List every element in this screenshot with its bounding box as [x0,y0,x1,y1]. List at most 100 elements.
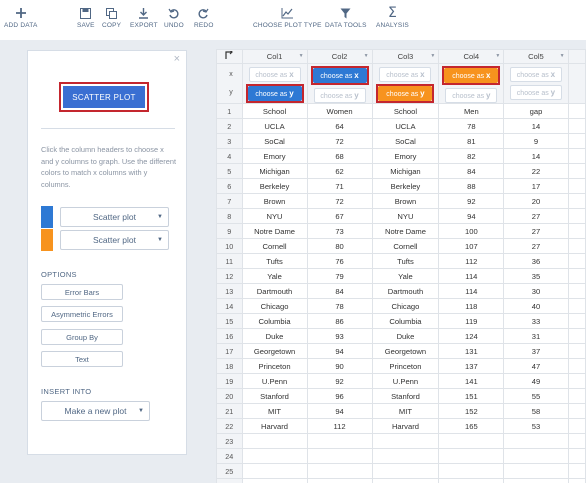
group-by-button[interactable]: Group By [41,329,123,345]
row-number[interactable]: 25 [216,463,243,479]
table-cell[interactable]: 17 [503,178,569,194]
column-menu-icon[interactable]: ▼ [364,53,369,59]
table-cell[interactable]: 20 [503,193,569,209]
table-cell[interactable]: Emory [241,148,308,164]
table-cell[interactable] [567,373,586,389]
choose-as-y-button[interactable]: choose as y [509,85,562,100]
table-cell[interactable]: 94 [438,208,505,224]
table-cell[interactable]: 93 [306,328,373,344]
table-cell[interactable]: NYU [371,208,440,224]
table-cell[interactable] [567,103,586,119]
table-cell[interactable]: 40 [503,298,569,314]
table-cell[interactable]: 84 [438,163,505,179]
table-cell[interactable] [503,433,569,449]
row-number[interactable]: 22 [216,418,243,434]
row-number[interactable]: 13 [216,283,243,299]
table-cell[interactable]: 27 [503,223,569,239]
table-cell[interactable]: Dartmouth [241,283,308,299]
row-number[interactable]: 26 [216,478,243,483]
column-header-3[interactable]: Col3 ▼ [371,49,440,64]
table-cell[interactable]: 141 [438,373,505,389]
table-cell[interactable] [438,478,505,483]
row-number[interactable]: 7 [216,193,243,209]
table-cell[interactable]: SoCal [371,133,440,149]
table-cell[interactable]: Michigan [371,163,440,179]
column-menu-icon[interactable]: ▼ [430,53,435,59]
table-cell[interactable]: 131 [438,343,505,359]
table-cell[interactable] [567,358,586,374]
table-cell[interactable] [567,238,586,254]
table-cell[interactable] [567,253,586,269]
table-cell[interactable]: UCLA [241,118,308,134]
table-cell[interactable] [241,478,308,483]
table-cell[interactable]: U.Penn [371,373,440,389]
table-cell[interactable] [371,433,440,449]
export-button[interactable]: EXPORT [130,6,158,29]
table-cell[interactable] [241,433,308,449]
table-cell[interactable]: Harvard [241,418,308,434]
table-cell[interactable] [438,448,505,464]
table-cell[interactable]: 49 [503,373,569,389]
table-cell[interactable]: 81 [438,133,505,149]
table-cell[interactable]: 78 [306,298,373,314]
table-cell[interactable]: 22 [503,163,569,179]
table-cell[interactable]: 31 [503,328,569,344]
table-cell[interactable] [567,133,586,149]
table-cell[interactable]: 71 [306,178,373,194]
column-header-4[interactable]: Col4 ▼ [438,49,505,64]
table-cell[interactable]: 79 [306,268,373,284]
table-cell[interactable]: 33 [503,313,569,329]
choose-as-x-button[interactable]: choose as x [379,67,432,82]
add-data-button[interactable]: ADD DATA [4,6,38,29]
column-menu-icon[interactable]: ▼ [299,53,304,59]
table-cell[interactable]: 78 [438,118,505,134]
row-number[interactable]: 16 [216,328,243,344]
table-cell[interactable]: Michigan [241,163,308,179]
table-cell[interactable]: 86 [306,313,373,329]
table-cell[interactable]: Princeton [241,358,308,374]
table-cell[interactable]: MIT [371,403,440,419]
table-cell[interactable]: Princeton [371,358,440,374]
table-cell[interactable] [567,313,586,329]
table-cell[interactable]: 9 [503,133,569,149]
choose-as-y-button[interactable]: choose as y [445,88,498,103]
table-cell[interactable]: 92 [306,373,373,389]
table-cell[interactable] [567,118,586,134]
table-cell[interactable]: 119 [438,313,505,329]
table-cell[interactable]: 62 [306,163,373,179]
trace-type-dropdown-2[interactable]: Scatter plot ▼ [60,230,169,250]
table-cell[interactable] [567,223,586,239]
close-icon[interactable]: × [174,53,180,65]
table-cell[interactable] [567,418,586,434]
table-cell[interactable] [371,463,440,479]
table-cell[interactable]: 90 [306,358,373,374]
redo-button[interactable]: REDO [194,6,214,29]
table-cell[interactable] [567,163,586,179]
table-cell[interactable] [241,448,308,464]
row-number[interactable]: 10 [216,238,243,254]
table-cell[interactable]: 112 [438,253,505,269]
table-cell[interactable]: Stanford [241,388,308,404]
table-cell[interactable] [438,463,505,479]
table-cell[interactable]: 94 [306,343,373,359]
row-number[interactable]: 23 [216,433,243,449]
table-cell[interactable]: Columbia [241,313,308,329]
table-cell[interactable] [567,448,586,464]
table-cell[interactable] [371,448,440,464]
table-cell[interactable]: 114 [438,268,505,284]
row-number[interactable]: 9 [216,223,243,239]
analysis-button[interactable]: Σ ANALYSIS [376,5,409,29]
table-cell[interactable]: 80 [306,238,373,254]
corner-swap-icon[interactable] [216,49,243,64]
save-button[interactable]: SAVE [77,6,95,29]
table-cell[interactable]: 27 [503,208,569,224]
copy-button[interactable]: COPY [102,6,121,29]
table-cell[interactable]: 100 [438,223,505,239]
table-cell[interactable]: Notre Dame [371,223,440,239]
error-bars-button[interactable]: Error Bars [41,284,123,300]
table-cell[interactable]: 82 [438,148,505,164]
table-cell[interactable]: Berkeley [241,178,308,194]
table-cell[interactable] [567,388,586,404]
table-cell[interactable]: Chicago [371,298,440,314]
row-number[interactable]: 17 [216,343,243,359]
